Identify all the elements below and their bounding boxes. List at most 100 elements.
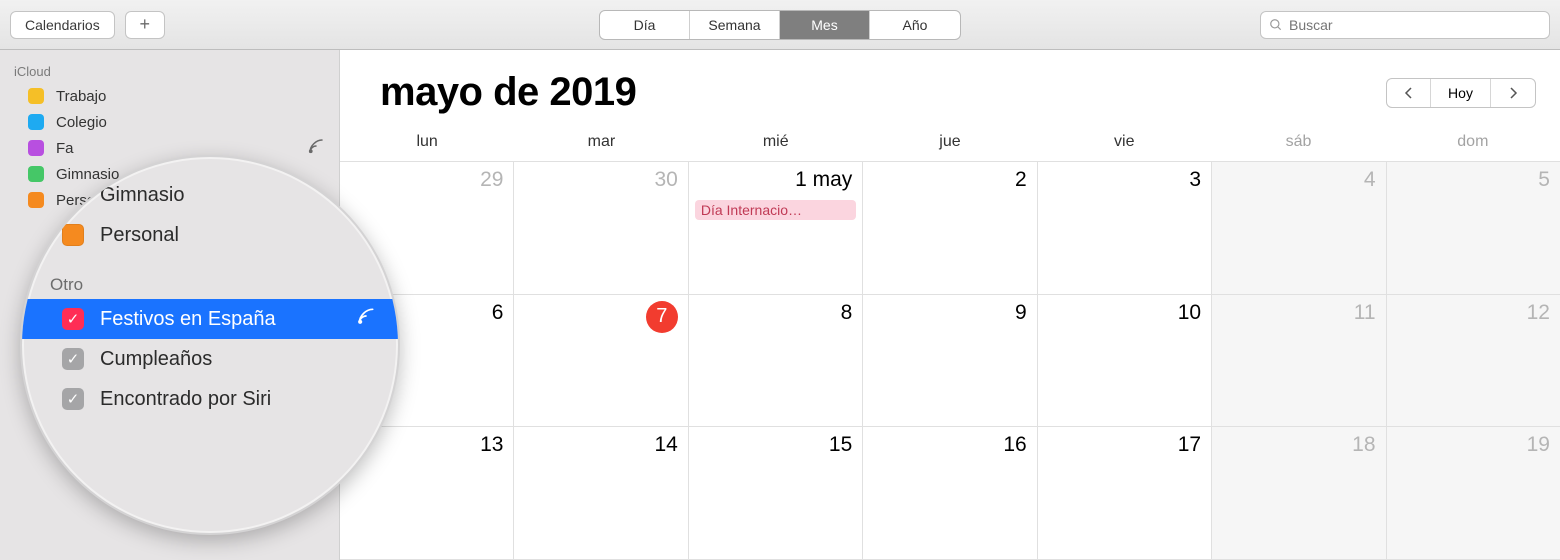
view-year-button[interactable]: Año [870,11,960,39]
calendar-color-swatch [28,88,44,104]
chevron-right-icon [1508,87,1518,99]
loupe-item-label: Personal [100,224,179,247]
day-cell[interactable]: 9 [863,295,1037,428]
weekday-sab: sáb [1211,121,1385,162]
day-number: 5 [1538,168,1550,192]
add-button[interactable]: + [125,11,165,39]
search-input[interactable] [1289,17,1541,33]
shared-icon [307,137,325,159]
sidebar-item-label: Fa [56,140,74,157]
day-number: 3 [1189,168,1201,192]
search-field[interactable] [1260,11,1550,39]
chevron-left-icon [1404,87,1414,99]
day-cell[interactable]: 5 [1387,162,1560,295]
day-cell[interactable]: 15 [689,427,863,560]
weekday-header-row: lun mar mié jue vie sáb dom [340,121,1560,162]
next-month-button[interactable] [1491,79,1535,107]
calendars-toggle-button[interactable]: Calendarios [10,11,115,39]
loupe-item-siri[interactable]: ✓ Encontrado por Siri [22,379,398,419]
checkbox-checked-icon[interactable]: ✓ [62,348,84,370]
weekday-mar: mar [514,121,688,162]
view-week-button[interactable]: Semana [690,11,780,39]
sidebar-item-trabajo[interactable]: Trabajo [0,83,339,109]
checkbox-checked-icon[interactable]: ✓ [62,308,84,330]
loupe-item-label: Festivos en España [100,308,276,331]
day-number: 30 [654,168,677,192]
view-month-button[interactable]: Mes [780,11,870,39]
sidebar-item-colegio[interactable]: Colegio [0,109,339,135]
day-cell[interactable]: 1 may Día Internacio… [689,162,863,295]
sidebar-section-icloud: iCloud [0,60,339,83]
grid-row: 6 7 8 9 10 11 12 [340,295,1560,428]
loupe-section-otro: Otro [22,269,398,299]
day-number: 19 [1527,433,1550,457]
day-number: 16 [1003,433,1026,457]
day-number: 10 [1178,301,1201,325]
grid-row: 13 14 15 16 17 18 19 [340,427,1560,560]
calendar-main: mayo de 2019 Hoy lun mar mié jue vie sáb… [340,50,1560,560]
day-number: 6 [492,301,504,325]
day-cell[interactable]: 7 [514,295,688,428]
calendar-color-swatch [62,184,84,206]
toolbar: Calendarios + Día Semana Mes Año [0,0,1560,50]
day-number: 9 [1015,301,1027,325]
day-cell[interactable]: 16 [863,427,1037,560]
month-header: mayo de 2019 Hoy [340,50,1560,121]
loupe-item-gimnasio[interactable]: Gimnasio [22,175,398,215]
loupe-item-personal[interactable]: Personal [22,215,398,255]
weekday-lun: lun [340,121,514,162]
calendar-color-swatch [28,140,44,156]
day-cell[interactable]: 10 [1038,295,1212,428]
checkbox-checked-icon[interactable]: ✓ [62,388,84,410]
shared-icon [356,306,376,332]
prev-month-button[interactable] [1387,79,1431,107]
day-cell[interactable]: 8 [689,295,863,428]
weekday-jue: jue [863,121,1037,162]
loupe-item-label: Encontrado por Siri [100,388,271,411]
calendar-color-swatch [62,224,84,246]
day-cell[interactable]: 14 [514,427,688,560]
day-cell[interactable]: 2 [863,162,1037,295]
event-pill[interactable]: Día Internacio… [695,200,856,220]
view-segmented-control: Día Semana Mes Año [599,10,961,40]
month-nav-group: Hoy [1386,78,1536,108]
today-button[interactable]: Hoy [1431,79,1491,107]
sidebar-item-label: Colegio [56,114,107,131]
day-number: 15 [829,433,852,457]
magnifier-overlay: Gimnasio Personal Otro ✓ Festivos en Esp… [20,155,400,535]
month-title: mayo de 2019 [380,70,636,115]
loupe-item-label: Cumpleaños [100,348,212,371]
day-number: 11 [1354,301,1376,325]
grid-row: 29 30 1 may Día Internacio… 2 3 4 5 [340,162,1560,295]
day-cell[interactable]: 17 [1038,427,1212,560]
loupe-item-cumpleanos[interactable]: ✓ Cumpleaños [22,339,398,379]
day-number: 12 [1527,301,1550,325]
day-number: 14 [654,433,677,457]
day-number-today: 7 [646,301,678,333]
sidebar-item-label: Trabajo [56,88,106,105]
calendar-color-swatch [28,114,44,130]
day-number: 18 [1352,433,1375,457]
day-number: 1 may [795,168,852,192]
day-number: 29 [480,168,503,192]
day-cell[interactable]: 30 [514,162,688,295]
day-cell[interactable]: 11 [1212,295,1386,428]
weekday-dom: dom [1386,121,1560,162]
day-number: 17 [1178,433,1201,457]
day-number: 8 [841,301,853,325]
month-grid: 29 30 1 may Día Internacio… 2 3 4 5 6 7 … [340,162,1560,560]
weekday-vie: vie [1037,121,1211,162]
weekday-mie: mié [689,121,863,162]
day-cell[interactable]: 19 [1387,427,1560,560]
day-cell[interactable]: 3 [1038,162,1212,295]
day-cell[interactable]: 12 [1387,295,1560,428]
search-icon [1269,18,1283,32]
view-day-button[interactable]: Día [600,11,690,39]
day-number: 13 [480,433,503,457]
loupe-item-festivos[interactable]: ✓ Festivos en España [22,299,398,339]
day-number: 2 [1015,168,1027,192]
day-cell[interactable]: 18 [1212,427,1386,560]
day-cell[interactable]: 4 [1212,162,1386,295]
day-number: 4 [1364,168,1376,192]
loupe-item-label: Gimnasio [100,184,184,207]
